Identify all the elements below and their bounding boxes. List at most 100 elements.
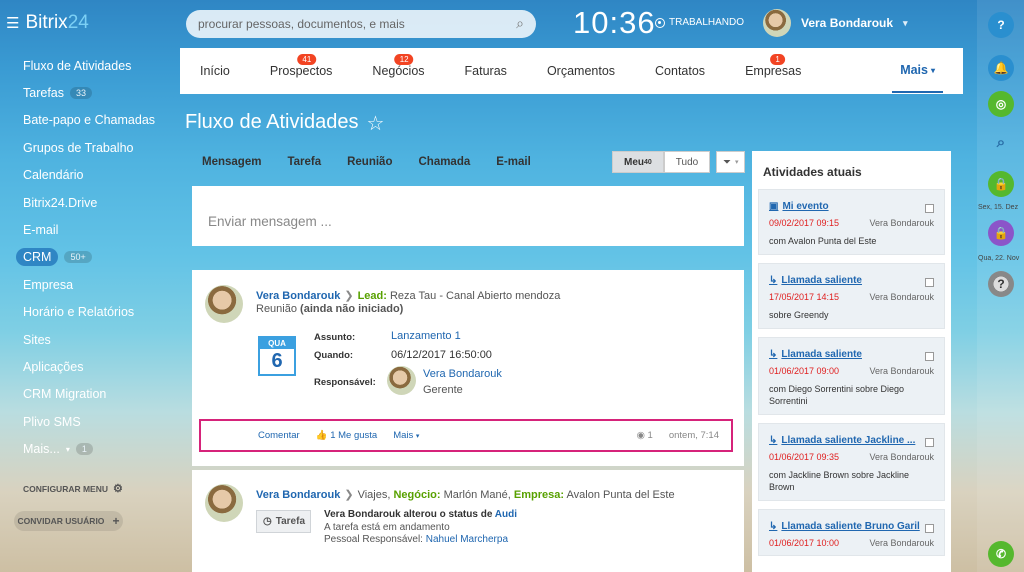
activity-card[interactable]: ↳ Llamada saliente Bruno Garil 01/06/2017… <box>758 509 945 556</box>
tab-label: Prospectos <box>269 64 333 78</box>
activity-card[interactable]: ↳ Llamada saliente 17/05/2017 14:15 Vera B… <box>758 263 945 329</box>
more-link[interactable]: Mais ▾ <box>393 430 419 441</box>
company-value[interactable]: Avalon Punta del Este <box>567 489 675 501</box>
like-button[interactable]: 👍 1 Me gusta <box>316 430 377 441</box>
invite-user-button[interactable]: CONVIDAR USUÁRIO + <box>14 511 123 531</box>
left-menu-item-crm[interactable]: CRM 50+ <box>0 244 170 271</box>
left-menu-item[interactable]: Grupos de Trabalho <box>0 134 170 161</box>
like-label: 1 Me gusta <box>330 430 378 441</box>
task-responsible-link[interactable]: Nahuel Marcherpa <box>426 534 508 545</box>
page-title: Fluxo de Atividades ☆ <box>185 111 384 136</box>
post-type: Reunião <box>256 303 297 315</box>
activity-checkbox[interactable] <box>925 204 934 213</box>
activity-title[interactable]: Llamada saliente <box>781 275 862 286</box>
left-menu-item[interactable]: Bitrix24.Drive <box>0 189 170 216</box>
lead-value[interactable]: Reza Tau - Canal Abierto mendoza <box>390 290 560 302</box>
menu-label: Empresa <box>23 277 74 292</box>
filter-button[interactable]: ⏷ ▾ <box>716 151 746 173</box>
status-icon <box>655 17 665 28</box>
sidebar-date: Qua, 22. Nov <box>978 255 1020 262</box>
lead-label: Lead: <box>357 290 387 302</box>
config-menu-link[interactable]: CONFIGURAR MENU ⚙ <box>23 482 123 495</box>
composer-tab-meeting[interactable]: Reunião <box>347 156 392 168</box>
star-icon[interactable]: ☆ <box>366 111 384 136</box>
left-menu-item[interactable]: E-mail <box>0 216 170 243</box>
tab-negocios[interactable]: Negócios 12 <box>352 48 444 94</box>
chevron-down-icon: ▾ <box>930 65 935 75</box>
responsible-link[interactable]: Vera Bondarouk <box>423 368 502 380</box>
left-menu-item-more[interactable]: Mais... ▾ 1 <box>0 435 170 462</box>
composer-tab-call[interactable]: Chamada <box>418 156 470 168</box>
activity-title[interactable]: Llamada saliente Bruno Garil <box>781 521 919 532</box>
help-icon[interactable]: ? <box>988 12 1014 38</box>
avatar[interactable]: ? <box>988 271 1014 297</box>
left-menu: Fluxo de Atividades Tarefas 33 Bate-papo … <box>0 52 170 463</box>
composer-tab-email[interactable]: E-mail <box>496 156 531 168</box>
activity-card[interactable]: ↳ Llamada saliente 01/06/2017 09:00 Vera B… <box>758 337 945 415</box>
subject-label: Assunto: <box>314 332 356 343</box>
left-menu-item[interactable]: Empresa <box>0 271 170 298</box>
post-meta: ◉ 1 ontem, 7:14 <box>637 430 731 441</box>
activity-title[interactable]: Llamada saliente <box>781 349 862 360</box>
composer-tab-message[interactable]: Mensagem <box>202 156 261 168</box>
deal-value[interactable]: Marlón Mané, <box>444 489 511 501</box>
activity-card[interactable]: ↳ Llamada saliente Jackline ... 01/06/201… <box>758 423 945 501</box>
left-menu-item[interactable]: Fluxo de Atividades <box>0 52 170 79</box>
left-menu-item[interactable]: Plivo SMS <box>0 408 170 435</box>
composer-tab-task[interactable]: Tarefa <box>287 156 321 168</box>
clock[interactable]: 10:36 <box>573 5 656 41</box>
activity-checkbox[interactable] <box>925 524 934 533</box>
tab-more[interactable]: Mais ▾ <box>892 49 943 93</box>
left-menu-item[interactable]: Calendário <box>0 162 170 189</box>
tab-inicio[interactable]: Início <box>180 48 250 94</box>
task-responsible: Pessoal Responsável: Nahuel Marcherpa <box>324 534 508 545</box>
post-author[interactable]: Vera Bondarouk <box>256 290 340 302</box>
tab-prospectos[interactable]: Prospectos 41 <box>250 48 353 94</box>
call-icon: ↳ <box>769 275 778 286</box>
left-menu-item[interactable]: Sites <box>0 326 170 353</box>
bell-icon[interactable]: 🔔 <box>988 55 1014 81</box>
activity-card[interactable]: ▣ Mi evento 09/02/2017 09:15 Vera Bondarou… <box>758 189 945 255</box>
menu-label: Plivo SMS <box>23 414 81 429</box>
search-input[interactable]: procurar pessoas, documentos, e mais ⌕ <box>186 10 536 38</box>
post-author[interactable]: Vera Bondarouk <box>256 489 340 501</box>
eye-icon: ◉ <box>636 430 645 441</box>
search-icon[interactable]: ⌕ <box>988 129 1014 155</box>
left-menu-item[interactable]: Aplicações <box>0 353 170 380</box>
activity-title[interactable]: Llamada saliente Jackline ... <box>781 435 915 446</box>
menu-label: Sites <box>23 332 51 347</box>
activity-checkbox[interactable] <box>925 352 934 361</box>
work-status[interactable]: TRABALHANDO <box>655 17 744 28</box>
search-icon[interactable]: ⌕ <box>516 15 524 32</box>
activity-checkbox[interactable] <box>925 438 934 447</box>
chat-icon[interactable]: ◎ <box>988 91 1014 117</box>
left-menu-item[interactable]: Bate-papo e Chamadas <box>0 107 170 134</box>
comment-link[interactable]: Comentar <box>258 430 300 441</box>
activity-title[interactable]: Mi evento <box>782 201 828 212</box>
tab-contatos[interactable]: Contatos <box>635 48 725 94</box>
avatar[interactable] <box>205 285 243 323</box>
hamburger-icon[interactable]: ☰ <box>6 14 19 32</box>
activity-checkbox[interactable] <box>925 278 934 287</box>
lock-icon[interactable]: 🔒 <box>988 171 1014 197</box>
tab-orcamentos[interactable]: Orçamentos <box>527 48 635 94</box>
user-menu[interactable]: Vera Bondarouk ▾ <box>763 9 908 37</box>
task-link[interactable]: Audi <box>495 509 517 520</box>
left-menu-item[interactable]: Horário e Relatórios <box>0 299 170 326</box>
lock-icon[interactable]: 🔒 <box>988 220 1014 246</box>
tab-empresas[interactable]: Empresas 1 <box>725 48 821 94</box>
phone-icon[interactable]: ✆ <box>988 541 1014 567</box>
avatar[interactable] <box>387 366 416 395</box>
filter-all-button[interactable]: Tudo <box>663 151 711 173</box>
left-menu-item[interactable]: CRM Migration <box>0 381 170 408</box>
message-input[interactable]: Enviar mensagem ... <box>192 186 744 246</box>
avatar[interactable] <box>205 484 243 522</box>
tab-label: Empresas <box>745 64 802 78</box>
subject-link[interactable]: Lanzamento 1 <box>391 330 461 342</box>
filter-mine-button[interactable]: Meu 40 <box>612 151 664 173</box>
call-icon: ↳ <box>769 521 778 532</box>
left-menu-item[interactable]: Tarefas 33 <box>0 79 170 106</box>
tab-faturas[interactable]: Faturas <box>445 48 527 94</box>
brand-logo[interactable]: ☰ Bitrix24 <box>6 12 89 34</box>
post-actions: Comentar 👍 1 Me gusta Mais ▾ ◉ 1 ontem, … <box>199 419 733 452</box>
